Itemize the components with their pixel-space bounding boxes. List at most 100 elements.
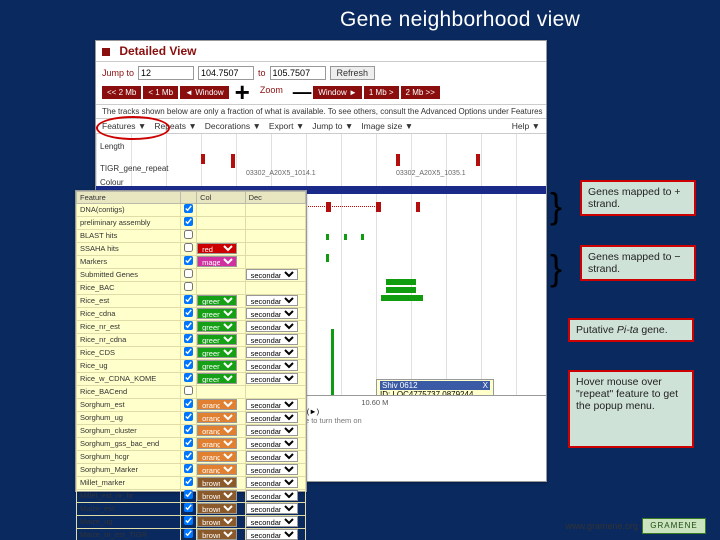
feature-toggle-checkbox[interactable] — [184, 373, 193, 382]
chr-input[interactable] — [138, 66, 194, 80]
feature-toggle-checkbox[interactable] — [184, 347, 193, 356]
feature-toggle-checkbox[interactable] — [184, 217, 193, 226]
decoration-select[interactable]: secondary — [246, 464, 298, 475]
color-select[interactable]: brown1 — [197, 503, 237, 514]
decorations-menu[interactable]: Decorations ▼ — [205, 121, 261, 131]
gene-minus-strand[interactable] — [416, 202, 420, 212]
feature-toggle-checkbox[interactable] — [184, 412, 193, 421]
decoration-select[interactable]: secondary — [246, 477, 298, 488]
feature-toggle-checkbox[interactable] — [184, 516, 193, 525]
color-select[interactable]: green1 — [197, 373, 237, 384]
color-select[interactable]: orange — [197, 451, 237, 462]
color-select[interactable]: magenta — [197, 256, 237, 267]
feature-toggle-checkbox[interactable] — [184, 308, 193, 317]
color-select[interactable]: green1 — [197, 334, 237, 345]
color-select[interactable]: orange — [197, 412, 237, 423]
feature-toggle-checkbox[interactable] — [184, 204, 193, 213]
feature-toggle-checkbox[interactable] — [184, 269, 193, 278]
feature-toggle-checkbox[interactable] — [184, 529, 193, 538]
pi-ta-gene[interactable] — [386, 287, 416, 293]
page-title: Gene neighborhood view — [0, 0, 720, 36]
color-select[interactable]: green1 — [197, 360, 237, 371]
pan-left-2mb-button[interactable]: << 2 Mb — [102, 86, 141, 99]
refresh-button[interactable]: Refresh — [330, 66, 376, 80]
decoration-select[interactable]: secondary — [246, 321, 298, 332]
est-hit[interactable] — [361, 234, 364, 240]
est-hit[interactable] — [326, 234, 329, 240]
decoration-select[interactable]: secondary — [246, 529, 298, 540]
decoration-select[interactable]: secondary — [246, 451, 298, 462]
feature-toggle-checkbox[interactable] — [184, 490, 193, 499]
feature-toggle-checkbox[interactable] — [184, 503, 193, 512]
decoration-select[interactable]: secondary — [246, 490, 298, 501]
decoration-select[interactable]: secondary — [246, 425, 298, 436]
pan-right-1mb-button[interactable]: 1 Mb > — [364, 86, 399, 99]
color-select[interactable]: brown1 — [197, 477, 237, 488]
marker-tick[interactable] — [331, 329, 334, 399]
decoration-select[interactable]: secondary — [246, 399, 298, 410]
collapse-icon[interactable] — [102, 48, 110, 56]
pan-right-2mb-button[interactable]: 2 Mb >> — [401, 86, 440, 99]
decoration-select[interactable]: secondary — [246, 360, 298, 371]
feature-toggle-checkbox[interactable] — [184, 477, 193, 486]
color-select[interactable]: orange — [197, 438, 237, 449]
decoration-select[interactable]: secondary — [246, 347, 298, 358]
color-select[interactable]: green1 — [197, 321, 237, 332]
color-select[interactable]: green1 — [197, 347, 237, 358]
decoration-select[interactable]: secondary — [246, 516, 298, 527]
feature-toggle-checkbox[interactable] — [184, 243, 193, 252]
feature-toggle-checkbox[interactable] — [184, 295, 193, 304]
imagesize-menu[interactable]: Image size ▼ — [361, 121, 413, 131]
pi-ta-gene[interactable] — [381, 295, 423, 301]
decoration-select[interactable]: secondary — [246, 269, 298, 280]
decoration-select[interactable]: secondary — [246, 438, 298, 449]
gene-minus-strand[interactable] — [326, 202, 331, 212]
zoom-out-icon[interactable]: ─ — [293, 84, 307, 100]
color-select[interactable]: orange — [197, 399, 237, 410]
gene-plus-strand[interactable] — [476, 154, 480, 166]
feature-toggle-checkbox[interactable] — [184, 451, 193, 460]
feature-toggle-checkbox[interactable] — [184, 282, 193, 291]
gramene-logo[interactable]: GRAMENE — [642, 518, 706, 534]
gene-plus-strand[interactable] — [396, 154, 400, 166]
est-hit[interactable] — [326, 254, 329, 262]
color-select[interactable]: green1 — [197, 295, 237, 306]
decoration-select[interactable]: secondary — [246, 308, 298, 319]
color-select[interactable]: orange — [197, 425, 237, 436]
footer-url[interactable]: www.gramene.org — [565, 521, 638, 531]
feature-toggle-checkbox[interactable] — [184, 399, 193, 408]
tooltip-close-icon[interactable]: X — [483, 381, 488, 390]
decoration-select[interactable]: secondary — [246, 334, 298, 345]
pan-left-window-button[interactable]: ◄ Window — [180, 86, 229, 99]
pan-right-window-button[interactable]: Window ► — [313, 86, 362, 99]
color-select[interactable]: red — [197, 243, 237, 254]
feature-toggle-checkbox[interactable] — [184, 230, 193, 239]
decoration-select[interactable]: secondary — [246, 503, 298, 514]
color-select[interactable]: brown1 — [197, 490, 237, 501]
gene-plus-strand[interactable] — [201, 154, 205, 164]
zoom-in-icon[interactable]: + — [235, 84, 250, 100]
feature-toggle-checkbox[interactable] — [184, 386, 193, 395]
feature-toggle-checkbox[interactable] — [184, 321, 193, 330]
feature-toggle-checkbox[interactable] — [184, 360, 193, 369]
color-select[interactable]: green1 — [197, 308, 237, 319]
decoration-select[interactable]: secondary — [246, 412, 298, 423]
gene-plus-strand[interactable] — [231, 154, 235, 168]
gene-minus-strand[interactable] — [376, 202, 381, 212]
feature-toggle-checkbox[interactable] — [184, 334, 193, 343]
feature-toggle-checkbox[interactable] — [184, 464, 193, 473]
pan-left-1mb-button[interactable]: < 1 Mb — [143, 86, 178, 99]
color-select[interactable]: brown1 — [197, 529, 237, 540]
help-menu[interactable]: Help ▼ — [512, 121, 540, 131]
feature-toggle-checkbox[interactable] — [184, 438, 193, 447]
jumpto-menu[interactable]: Jump to ▼ — [312, 121, 353, 131]
color-select[interactable]: brown1 — [197, 516, 237, 527]
decoration-select[interactable]: secondary — [246, 373, 298, 384]
color-select[interactable]: orange — [197, 464, 237, 475]
export-menu[interactable]: Export ▼ — [269, 121, 304, 131]
feature-toggle-checkbox[interactable] — [184, 256, 193, 265]
est-hit[interactable] — [344, 234, 347, 240]
pi-ta-gene[interactable] — [386, 279, 416, 285]
feature-toggle-checkbox[interactable] — [184, 425, 193, 434]
decoration-select[interactable]: secondary — [246, 295, 298, 306]
